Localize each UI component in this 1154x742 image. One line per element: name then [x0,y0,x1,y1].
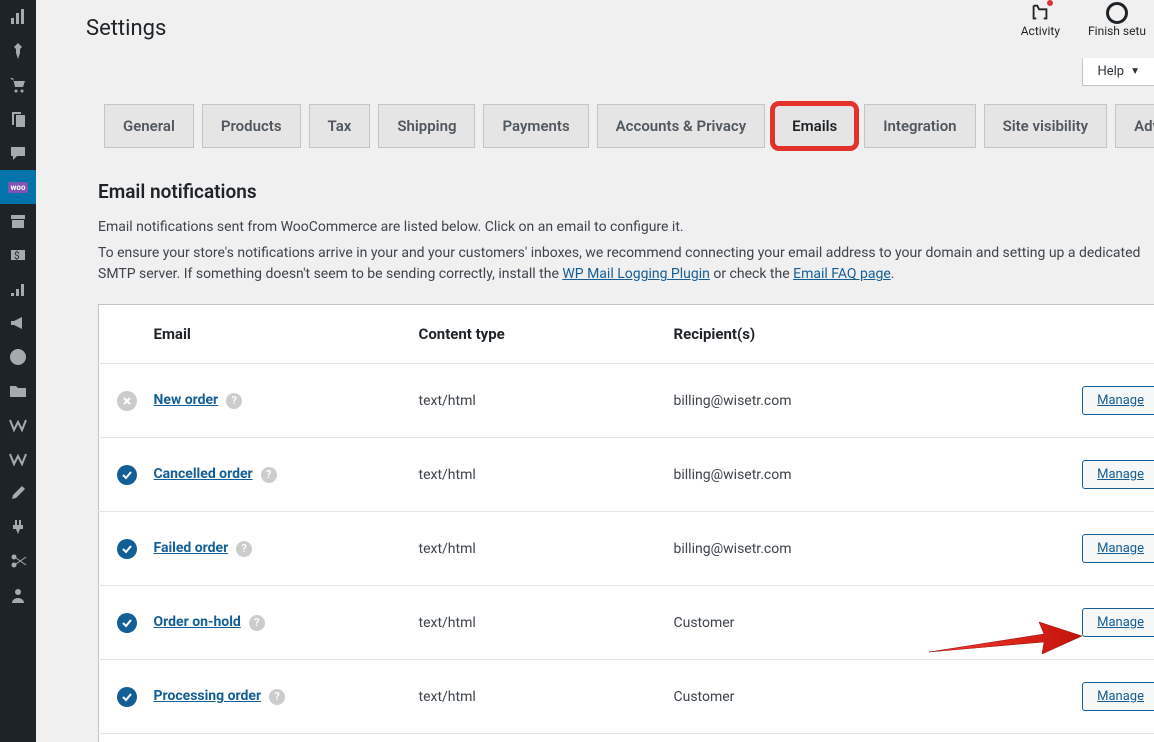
status-enabled-icon [117,539,137,559]
finish-setup-label: Finish setu [1088,24,1146,38]
table-row: Failed order? text/htmlbilling@wisetr.com… [99,512,1154,586]
manage-button[interactable]: Manage [1082,682,1154,711]
tab-advanced[interactable]: Advanced [1115,104,1154,148]
chevron-down-icon: ▼ [1130,66,1140,77]
activity-icon [1029,2,1051,24]
help-icon[interactable]: ? [226,393,242,409]
activity-label: Activity [1021,24,1060,38]
sidebar-payments-icon[interactable]: $ [0,238,36,272]
email-table: Email Content type Recipient(s) New orde… [98,304,1154,742]
manage-button[interactable]: Manage [1082,460,1154,489]
admin-sidebar: woo $ [0,0,36,742]
sidebar-pages-icon[interactable] [0,102,36,136]
table-row: Order on-hold? text/htmlCustomer Manage [99,586,1154,660]
recipients-cell: billing@wisetr.com [664,364,1041,438]
recipients-cell: Customer [664,660,1041,734]
th-content-type: Content type [409,305,664,364]
th-recipients: Recipient(s) [664,305,1041,364]
table-row: New order? text/htmlbilling@wisetr.com Man… [99,364,1154,438]
email-link[interactable]: Cancelled order [154,466,253,482]
sidebar-brush-icon[interactable] [0,476,36,510]
email-link[interactable]: Processing order [154,688,262,704]
recipients-cell: billing@wisetr.com [664,512,1041,586]
help-tab[interactable]: Help ▼ [1082,58,1154,86]
email-link[interactable]: Failed order [154,540,229,556]
recipients-cell: Customer [664,734,1041,742]
sidebar-w1-icon[interactable] [0,408,36,442]
help-icon[interactable]: ? [269,689,285,705]
email-link[interactable]: Order on-hold [154,614,241,630]
help-icon[interactable]: ? [236,541,252,557]
email-link[interactable]: New order [154,392,219,408]
manage-button[interactable]: Manage [1082,608,1154,637]
page-title: Settings [86,16,166,41]
sidebar-megaphone-icon[interactable] [0,306,36,340]
content-type-cell: text/html [409,734,664,742]
sidebar-elementor-icon[interactable] [0,340,36,374]
main-content: Settings Activity Finish setu Help ▼ [36,0,1154,742]
finish-setup-button[interactable]: Finish setu [1088,2,1146,38]
finish-setup-icon [1106,2,1128,24]
content-type-cell: text/html [409,586,664,660]
status-disabled-icon [117,391,137,411]
section-heading: Email notifications [98,180,1154,203]
table-row: Cancelled order? text/htmlbilling@wisetr.… [99,438,1154,512]
activity-button[interactable]: Activity [1021,2,1060,38]
sidebar-woocommerce-icon[interactable]: woo [0,170,36,204]
content-type-cell: text/html [409,660,664,734]
sidebar-users-icon[interactable] [0,578,36,612]
sidebar-cart-icon[interactable] [0,68,36,102]
content-type-cell: text/html [409,512,664,586]
tab-accounts-privacy[interactable]: Accounts & Privacy [597,104,766,148]
manage-button[interactable]: Manage [1082,534,1154,563]
tab-site-visibility[interactable]: Site visibility [984,104,1108,148]
status-enabled-icon [117,687,137,707]
tabs-row: GeneralProductsTaxShippingPaymentsAccoun… [36,104,1154,148]
help-icon[interactable]: ? [249,615,265,631]
help-icon[interactable]: ? [261,467,277,483]
sidebar-archive-icon[interactable] [0,204,36,238]
tab-shipping[interactable]: Shipping [378,104,475,148]
recipients-cell: billing@wisetr.com [664,438,1041,512]
sidebar-dashboard-icon[interactable] [0,0,36,34]
tab-integration[interactable]: Integration [864,104,975,148]
tab-emails[interactable]: Emails [773,104,856,148]
description-line2: To ensure your store's notifications arr… [98,243,1154,286]
status-enabled-icon [117,465,137,485]
tab-products[interactable]: Products [202,104,301,148]
sidebar-scissors-icon[interactable] [0,544,36,578]
table-row: Processing order? text/htmlCustomer Manage [99,660,1154,734]
sidebar-folder-icon[interactable] [0,374,36,408]
content-type-cell: text/html [409,438,664,512]
tab-general[interactable]: General [104,104,194,148]
manage-button[interactable]: Manage [1082,386,1154,415]
table-row: Completed order?text/htmlCustomerManage [99,734,1154,742]
link-email-faq[interactable]: Email FAQ page [793,266,891,282]
sidebar-pin-icon[interactable] [0,34,36,68]
sidebar-plugin-icon[interactable] [0,510,36,544]
content-type-cell: text/html [409,364,664,438]
sidebar-w2-icon[interactable] [0,442,36,476]
link-wp-mail-logging[interactable]: WP Mail Logging Plugin [562,266,710,282]
sidebar-analytics-icon[interactable] [0,272,36,306]
recipients-cell: Customer [664,586,1041,660]
sidebar-comments-icon[interactable] [0,136,36,170]
help-label: Help [1097,64,1124,79]
th-email: Email [154,305,409,364]
tab-tax[interactable]: Tax [309,104,371,148]
status-enabled-icon [117,613,137,633]
description-line1: Email notifications sent from WooCommerc… [98,217,1154,239]
tab-payments[interactable]: Payments [483,104,588,148]
svg-text:$: $ [14,249,20,262]
